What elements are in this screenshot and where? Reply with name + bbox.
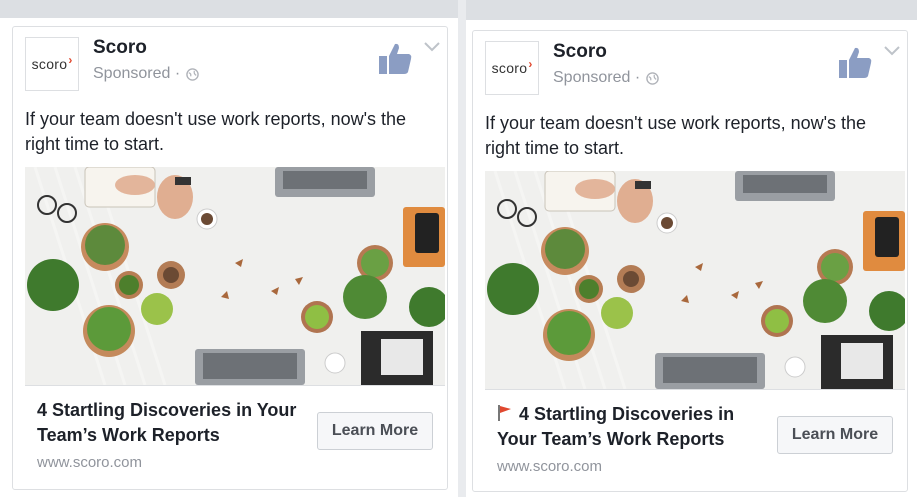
learn-more-button[interactable]: Learn More xyxy=(777,416,893,454)
chevron-down-icon[interactable] xyxy=(883,45,901,57)
top-strip xyxy=(0,0,458,18)
thumbs-up-icon[interactable] xyxy=(837,45,873,81)
page-avatar[interactable]: scoro › xyxy=(25,37,79,91)
page-name-link[interactable]: Scoro xyxy=(93,37,147,59)
page-name-link[interactable]: Scoro xyxy=(553,41,607,63)
sponsored-post-card: scoro › Scoro Sponsored · If your team do… xyxy=(12,26,448,490)
ad-display-url: www.scoro.com xyxy=(37,454,143,471)
ad-column-left: scoro › Scoro Sponsored · If your team do… xyxy=(0,0,458,497)
ad-link-footer[interactable]: 4 Startling Discoveries in Your Team’s W… xyxy=(25,385,445,484)
desk-scene-illustration xyxy=(485,171,905,389)
sponsored-post-card: scoro › Scoro Sponsored · If your team do… xyxy=(472,30,908,492)
logo-accent-mark: › xyxy=(68,53,73,67)
ad-column-right: scoro › Scoro Sponsored · If your team do… xyxy=(466,0,917,497)
thumbs-up-icon[interactable] xyxy=(377,41,413,77)
desk-scene-illustration xyxy=(25,167,445,385)
ad-image[interactable] xyxy=(25,167,445,385)
red-flag-icon xyxy=(498,405,511,421)
learn-more-button[interactable]: Learn More xyxy=(317,412,433,450)
sponsored-label: Sponsored · xyxy=(93,65,181,82)
sponsored-label: Sponsored · xyxy=(553,69,641,86)
top-strip xyxy=(466,0,917,20)
globe-icon xyxy=(186,67,199,81)
ad-headline[interactable]: 4 Startling Discoveries in Your Team’s W… xyxy=(37,398,297,448)
post-text: If your team doesn't use work reports, n… xyxy=(485,113,867,158)
ad-display-url: www.scoro.com xyxy=(497,458,603,475)
ad-headline[interactable]: 4 Startling Discoveries in Your Team’s W… xyxy=(497,404,734,449)
ad-image[interactable] xyxy=(485,171,905,389)
logo-accent-mark: › xyxy=(528,57,533,71)
sponsored-line: Sponsored · xyxy=(93,65,199,83)
ad-headline-container[interactable]: 4 Startling Discoveries in Your Team’s W… xyxy=(497,402,757,452)
ad-link-footer[interactable]: 4 Startling Discoveries in Your Team’s W… xyxy=(485,389,905,488)
chevron-down-icon[interactable] xyxy=(423,41,441,53)
page-avatar[interactable]: scoro › xyxy=(485,41,539,95)
logo-wordmark: scoro xyxy=(31,56,68,72)
globe-icon xyxy=(646,71,659,85)
sponsored-line: Sponsored · xyxy=(553,69,659,87)
logo-wordmark: scoro xyxy=(491,60,528,76)
post-text: If your team doesn't use work reports, n… xyxy=(25,109,407,154)
